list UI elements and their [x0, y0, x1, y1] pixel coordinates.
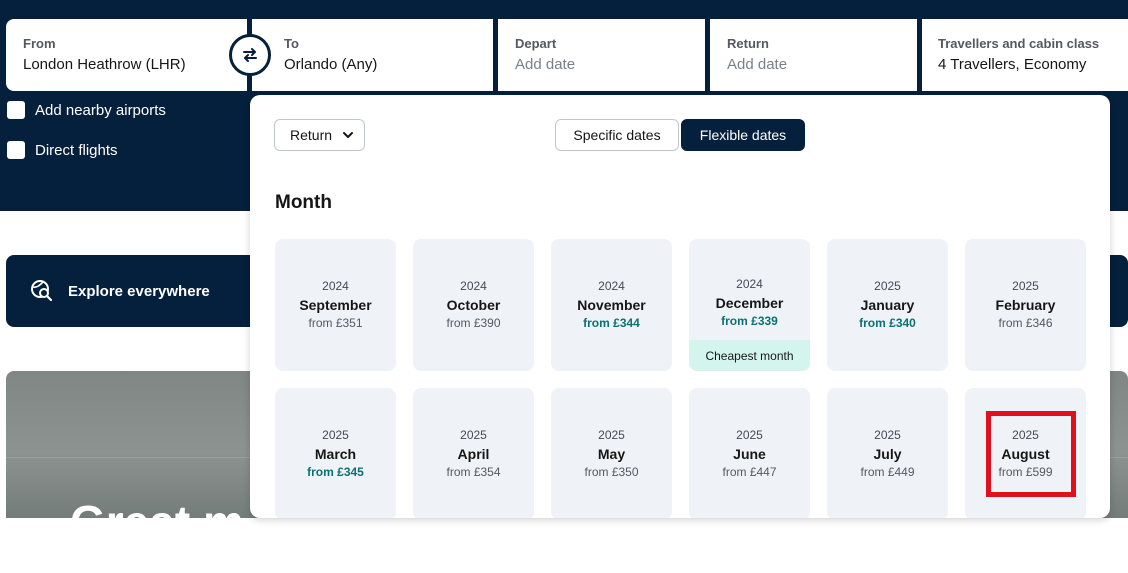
- month-card-march[interactable]: 2025 March from £345: [275, 388, 396, 518]
- swap-button[interactable]: [229, 34, 271, 76]
- month-card-price: from £449: [860, 465, 915, 479]
- month-card-year: 2024: [736, 277, 763, 291]
- month-card-name: June: [733, 446, 766, 462]
- tab-specific-dates[interactable]: Specific dates: [555, 119, 679, 151]
- month-card-price: from £344: [583, 316, 640, 330]
- month-card-april[interactable]: 2025 April from £354: [413, 388, 534, 518]
- month-card-year: 2024: [322, 279, 349, 293]
- to-field[interactable]: To Orlando (Any): [252, 19, 493, 91]
- month-card-october[interactable]: 2024 October from £390: [413, 239, 534, 371]
- travellers-value: 4 Travellers, Economy: [938, 56, 1087, 73]
- month-card-september[interactable]: 2024 September from £351: [275, 239, 396, 371]
- month-card-year: 2024: [598, 279, 625, 293]
- month-card-price: from £390: [446, 316, 501, 330]
- month-card-name: December: [715, 295, 784, 311]
- month-card-name: February: [995, 297, 1056, 313]
- selection-highlight: [986, 411, 1076, 497]
- month-card-price: from £350: [584, 465, 639, 479]
- cheapest-month-badge: Cheapest month: [689, 340, 810, 371]
- month-heading: Month: [275, 192, 332, 213]
- from-label: From: [23, 36, 56, 51]
- month-card-year: 2025: [1012, 279, 1039, 293]
- month-card-may[interactable]: 2025 May from £350: [551, 388, 672, 518]
- month-card-year: 2024: [460, 279, 487, 293]
- to-label: To: [284, 36, 299, 51]
- depart-field[interactable]: Depart Add date: [498, 19, 705, 91]
- month-card-year: 2025: [736, 428, 763, 442]
- explore-everywhere-button[interactable]: Explore everywhere: [6, 255, 276, 327]
- month-card-name: September: [299, 297, 372, 313]
- month-card-name: November: [577, 297, 646, 313]
- travellers-field[interactable]: Travellers and cabin class 4 Travellers,…: [922, 19, 1128, 91]
- hero-headline: Great m: [70, 495, 244, 518]
- swap-arrows-icon: [243, 48, 257, 62]
- month-card-july[interactable]: 2025 July from £449: [827, 388, 948, 518]
- nearby-airports-checkbox[interactable]: [7, 101, 25, 119]
- month-card-price: from £351: [308, 316, 363, 330]
- from-field[interactable]: From London Heathrow (LHR): [6, 19, 247, 91]
- month-card-november[interactable]: 2024 November from £344: [551, 239, 672, 371]
- month-card-december[interactable]: 2024 December from £339 Cheapest month: [689, 239, 810, 371]
- direct-flights-label: Direct flights: [35, 141, 118, 159]
- month-card-name: January: [860, 297, 915, 313]
- month-card-name: April: [457, 446, 490, 462]
- travellers-label: Travellers and cabin class: [938, 36, 1100, 51]
- nearby-airports-label: Add nearby airports: [35, 101, 166, 119]
- month-card-price: from £339: [721, 314, 778, 328]
- nearby-airports-option[interactable]: Add nearby airports: [7, 101, 166, 119]
- month-card-price: from £447: [722, 465, 777, 479]
- trip-type-select[interactable]: Return: [274, 119, 365, 151]
- chevron-down-icon: [343, 132, 354, 138]
- explore-everywhere-label: Explore everywhere: [68, 282, 210, 300]
- month-card-year: 2025: [874, 279, 901, 293]
- month-card-name: May: [597, 446, 626, 462]
- tab-flexible-dates[interactable]: Flexible dates: [681, 119, 805, 151]
- date-picker-popup: Return Specific dates Flexible dates Mon…: [250, 95, 1110, 518]
- month-card-year: 2025: [322, 428, 349, 442]
- month-card-name: March: [314, 446, 357, 462]
- month-card-name: October: [446, 297, 501, 313]
- month-card-price: from £340: [859, 316, 916, 330]
- month-card-february[interactable]: 2025 February from £346: [965, 239, 1086, 371]
- return-placeholder: Add date: [727, 56, 788, 73]
- trip-type-value: Return: [290, 127, 333, 143]
- month-card-price: from £345: [307, 465, 364, 479]
- month-card-name: July: [873, 446, 902, 462]
- to-value: Orlando (Any): [284, 56, 378, 73]
- month-card-price: from £346: [998, 316, 1053, 330]
- month-card-january[interactable]: 2025 January from £340: [827, 239, 948, 371]
- from-value: London Heathrow (LHR): [23, 56, 186, 73]
- globe-search-icon: [31, 280, 53, 302]
- direct-flights-checkbox[interactable]: [7, 141, 25, 159]
- return-field[interactable]: Return Add date: [710, 19, 917, 91]
- month-card-year: 2025: [460, 428, 487, 442]
- direct-flights-option[interactable]: Direct flights: [7, 141, 118, 159]
- month-card-year: 2025: [874, 428, 901, 442]
- return-label: Return: [727, 36, 769, 51]
- month-card-june[interactable]: 2025 June from £447: [689, 388, 810, 518]
- depart-label: Depart: [515, 36, 557, 51]
- month-card-price: from £354: [446, 465, 501, 479]
- month-card-year: 2025: [598, 428, 625, 442]
- depart-placeholder: Add date: [515, 56, 576, 73]
